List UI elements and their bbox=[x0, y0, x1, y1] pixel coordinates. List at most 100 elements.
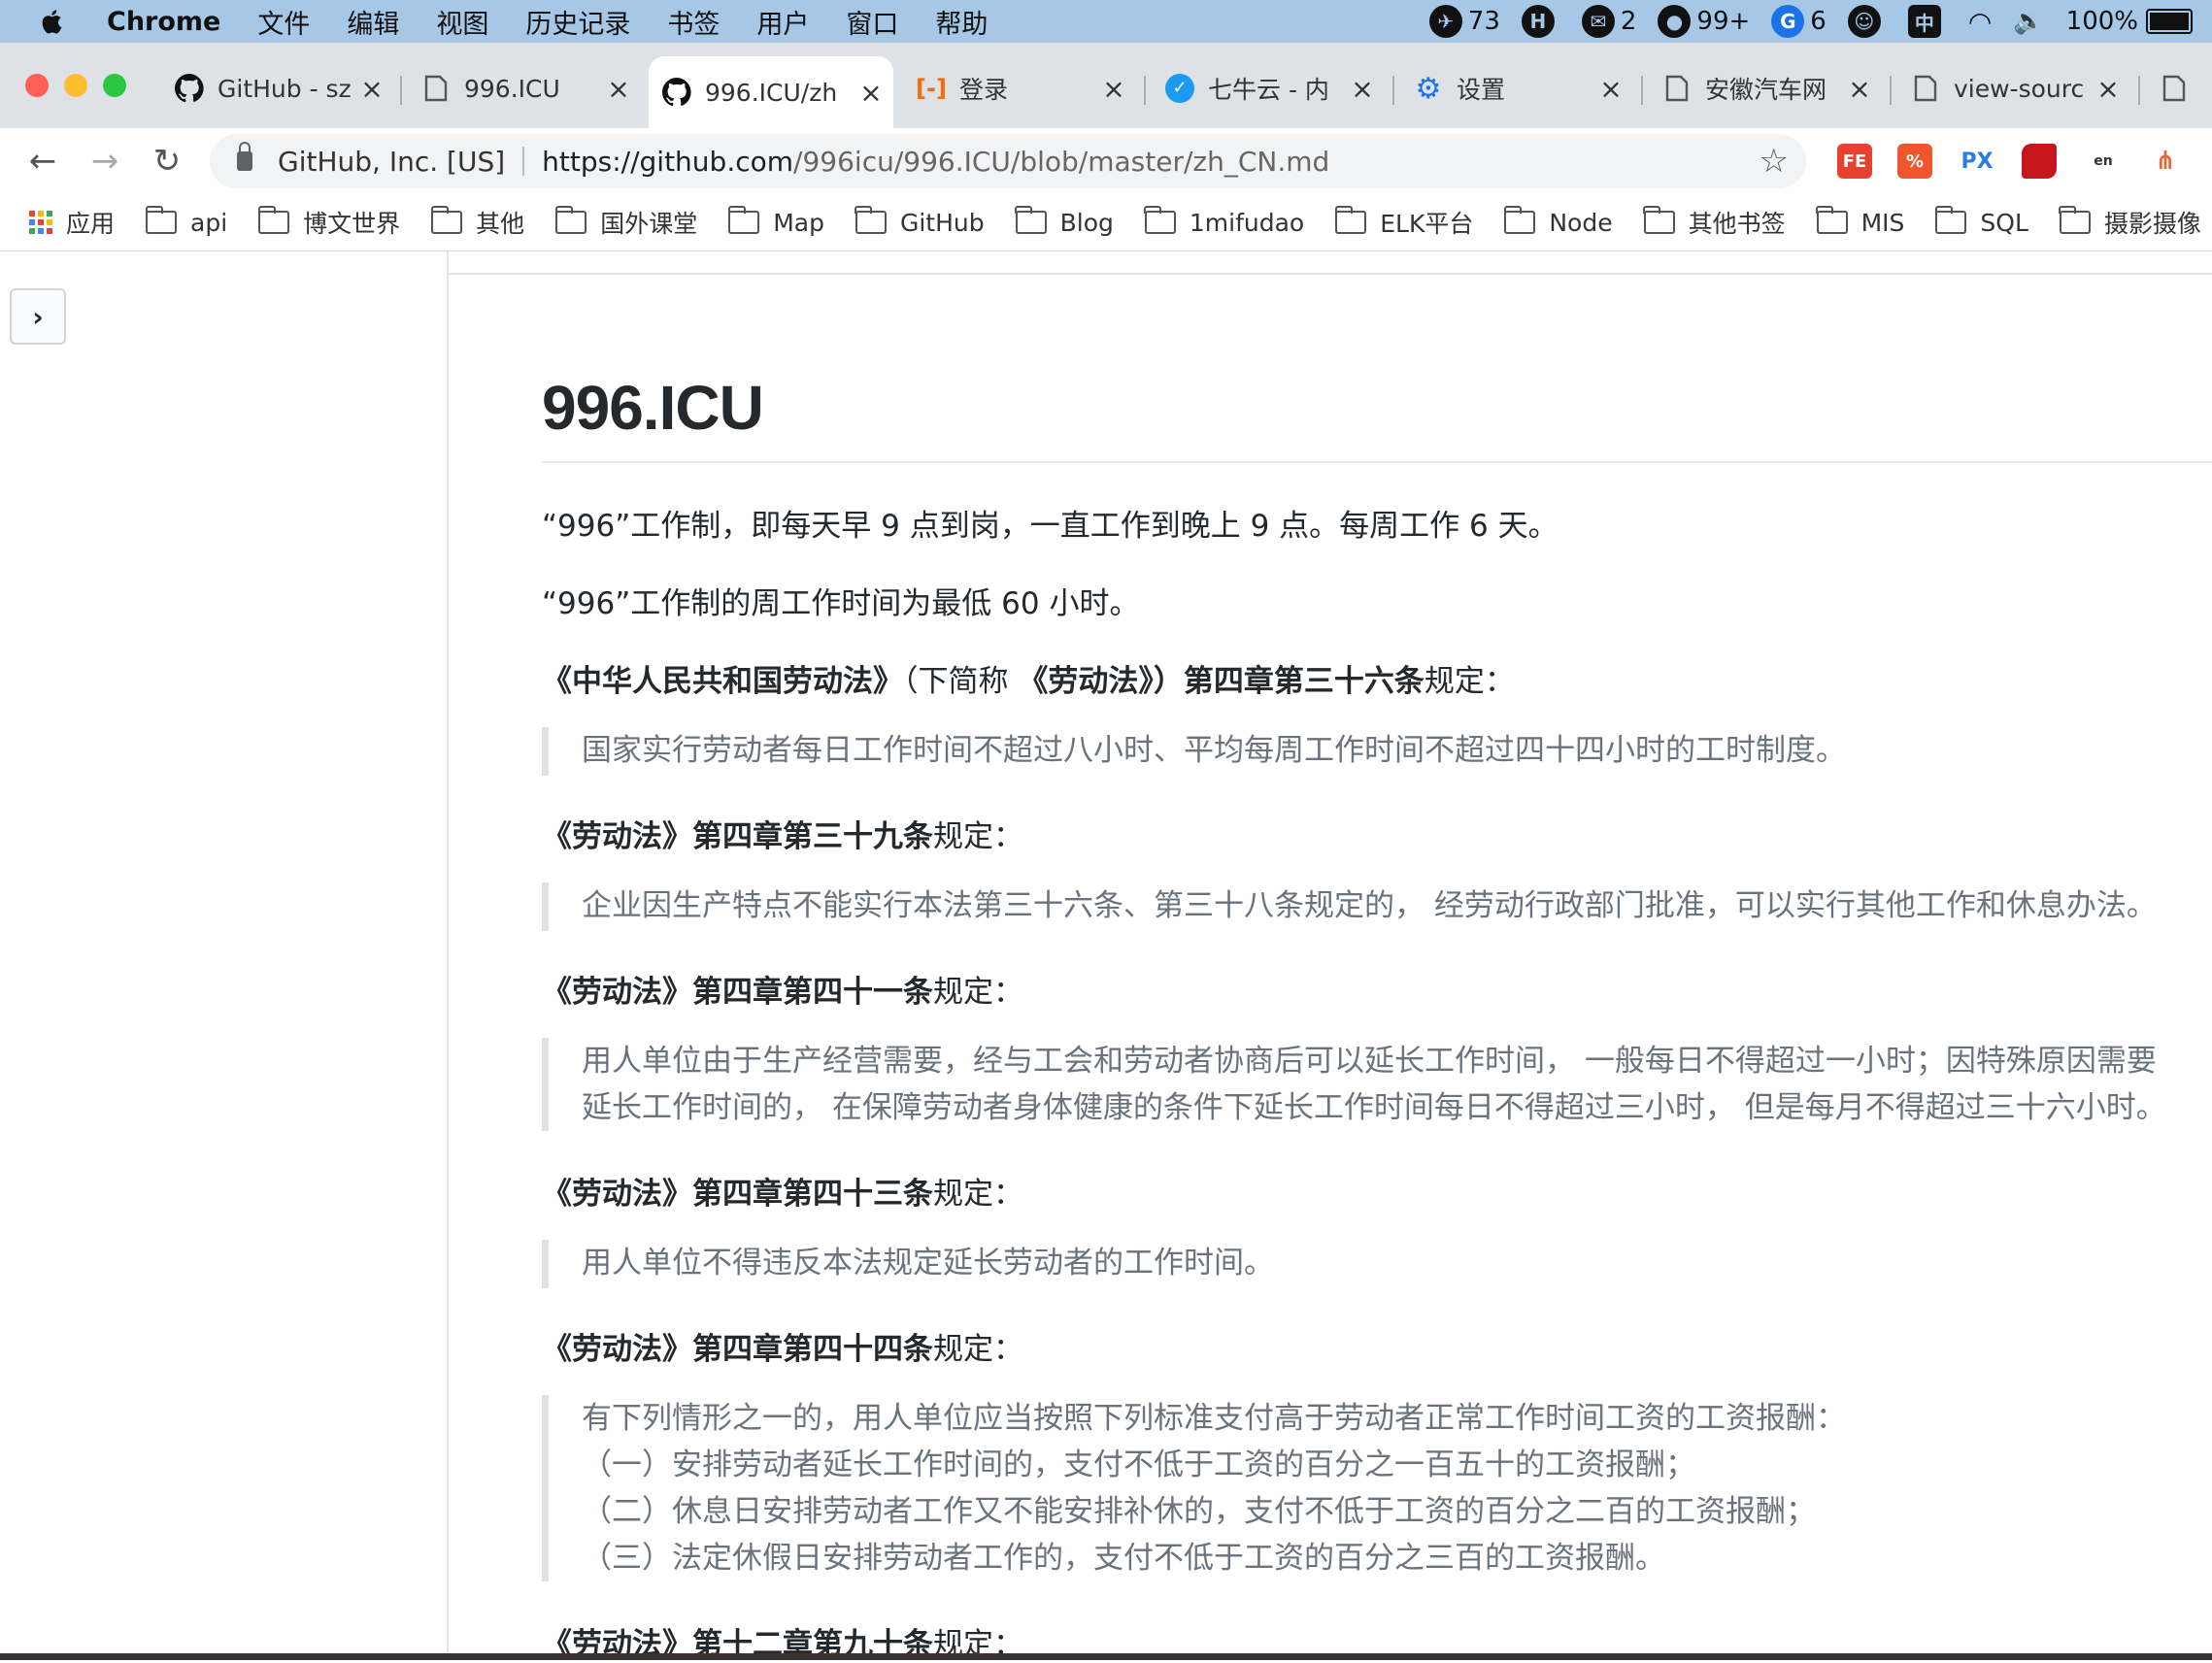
menu-file[interactable]: 文件 bbox=[257, 3, 310, 41]
bookmark-label: 摄影摄像 bbox=[2103, 210, 2201, 238]
tab-separator bbox=[1144, 76, 1146, 105]
bookmark-folder[interactable]: GitHub bbox=[855, 206, 985, 237]
menu-people[interactable]: 用户 bbox=[756, 3, 809, 41]
bookmark-folder[interactable]: MIS bbox=[1816, 206, 1904, 237]
sidebar-expand-button[interactable]: › bbox=[10, 288, 66, 345]
g-status[interactable]: G6 bbox=[1771, 5, 1827, 38]
tab-close-icon[interactable]: × bbox=[1099, 73, 1128, 105]
tab-overflow[interactable] bbox=[2146, 60, 2212, 116]
window-maximize-button[interactable] bbox=[103, 74, 126, 97]
tab-close-icon[interactable]: × bbox=[1845, 73, 1874, 105]
lock-icon[interactable] bbox=[237, 142, 252, 171]
tab-996icu[interactable]: 996.ICU × bbox=[408, 60, 641, 116]
smiley-status[interactable]: ☺ bbox=[1847, 5, 1887, 38]
h-badge-icon: H bbox=[1521, 5, 1555, 38]
window-minimize-button[interactable] bbox=[64, 74, 87, 97]
folder-icon bbox=[257, 206, 290, 234]
ruby-extension-icon[interactable] bbox=[2022, 144, 2057, 179]
tab-close-icon[interactable]: × bbox=[1596, 73, 1625, 105]
dictionary-extension-icon[interactable]: en bbox=[2086, 144, 2121, 179]
fe-helper-extension-icon[interactable]: FE bbox=[1837, 144, 1872, 179]
window-close-button[interactable] bbox=[25, 74, 49, 97]
input-method-status[interactable]: 中 bbox=[1907, 5, 1947, 38]
bookmark-folder[interactable]: api bbox=[145, 206, 227, 237]
menu-bookmarks[interactable]: 书签 bbox=[667, 3, 720, 41]
tab-anhui-auto[interactable]: 安徽汽车网 × bbox=[1649, 60, 1882, 116]
bookmark-label: 1mifudao bbox=[1189, 208, 1305, 237]
px-extension-icon[interactable]: PX bbox=[1960, 144, 1994, 179]
tab-996icu-zh-active[interactable]: 996.ICU/zh × bbox=[649, 56, 893, 128]
tab-login[interactable]: [-] 登录 × bbox=[903, 60, 1136, 116]
menu-history[interactable]: 历史记录 bbox=[525, 3, 630, 41]
bookmark-folder[interactable]: 博文世界 bbox=[257, 205, 400, 240]
folder-icon bbox=[554, 206, 587, 234]
url-path[interactable]: /996icu/996.ICU/blob/master/zh_CN.md bbox=[793, 146, 1329, 178]
blockquote-article-44: 有下列情形之一的，用人单位应当按照下列标准支付高于劳动者正常工作时间工资的工资报… bbox=[542, 1395, 1846, 1581]
tab-close-icon[interactable]: × bbox=[1348, 73, 1377, 105]
bookmark-folder[interactable]: Node bbox=[1503, 206, 1613, 237]
bookmark-folder[interactable]: SQL bbox=[1934, 206, 2028, 237]
tab-close-icon[interactable]: × bbox=[604, 73, 633, 105]
bookmark-folder[interactable]: 国外课堂 bbox=[554, 205, 697, 240]
menu-edit[interactable]: 编辑 bbox=[347, 3, 399, 41]
apple-logo-icon[interactable] bbox=[39, 6, 66, 37]
reload-icon[interactable]: ↻ bbox=[146, 140, 188, 183]
h-status[interactable]: H bbox=[1521, 5, 1560, 38]
bookmark-folder[interactable]: Map bbox=[727, 206, 824, 237]
law-heading-text: 规定： bbox=[933, 1177, 1023, 1212]
back-arrow-icon[interactable]: ← bbox=[21, 140, 64, 183]
tab-qiniu[interactable]: ✓ 七牛云 - 内 × bbox=[1152, 60, 1385, 116]
tab-title: 996.ICU bbox=[464, 74, 560, 103]
telegram-status[interactable]: ✈ 73 bbox=[1428, 5, 1500, 38]
tab-separator bbox=[2138, 76, 2140, 105]
qq-status[interactable]: ● 99+ bbox=[1658, 5, 1750, 38]
bookmark-folder[interactable]: 其他书签 bbox=[1643, 205, 1786, 240]
bookmark-label: ELK平台 bbox=[1380, 210, 1474, 238]
site-identity[interactable]: GitHub, Inc. [US] bbox=[278, 146, 505, 178]
tab-settings[interactable]: ⚙ 设置 × bbox=[1400, 60, 1633, 116]
bookmark-folder[interactable]: 其他 bbox=[430, 205, 524, 240]
qiniu-icon: ✓ bbox=[1165, 74, 1194, 103]
volume-status[interactable]: 🔉 bbox=[2013, 7, 2044, 36]
url-host[interactable]: https://github.com bbox=[542, 146, 793, 178]
folder-icon bbox=[855, 206, 887, 234]
bookmark-label: SQL bbox=[1980, 208, 2028, 237]
address-bar[interactable]: GitHub, Inc. [US] https://github.com/996… bbox=[210, 134, 1806, 188]
tab-close-icon[interactable]: × bbox=[357, 73, 386, 105]
quote-line: 用人单位不得违反本法规定延长劳动者的工作时间。 bbox=[582, 1246, 1274, 1281]
bookmark-folder[interactable]: Blog bbox=[1015, 206, 1114, 237]
menu-view[interactable]: 视图 bbox=[436, 3, 488, 41]
folder-icon bbox=[430, 206, 463, 234]
law-heading-bold: ）第四章第三十六条 bbox=[1153, 664, 1424, 699]
bookmark-folder[interactable]: 摄影摄像 bbox=[2059, 205, 2201, 240]
bookmarks-bar: 应用 api 博文世界 其他 国外课堂 Map GitHub Blog 1mif… bbox=[0, 194, 2212, 251]
quote-line: 有下列情形之一的，用人单位应当按照下列标准支付高于劳动者正常工作时间工资的工资报… bbox=[582, 1401, 1846, 1436]
translate-extension-icon[interactable]: % bbox=[1897, 144, 1932, 179]
blockquote-article-36: 国家实行劳动者每日工作时间不超过八小时、平均每周工作时间不超过四十四小时的工时制… bbox=[542, 727, 1846, 776]
github-icon bbox=[175, 74, 204, 103]
bookmark-folder[interactable]: 1mifudao bbox=[1144, 206, 1305, 237]
battery-icon bbox=[2146, 9, 2193, 34]
menu-help[interactable]: 帮助 bbox=[935, 3, 988, 41]
battery-status[interactable]: 100% bbox=[2066, 7, 2193, 36]
gear-icon: ⚙ bbox=[1415, 71, 1442, 106]
forward-arrow-icon[interactable]: → bbox=[84, 140, 126, 183]
wechat-status[interactable]: ✉ 2 bbox=[1581, 5, 1636, 38]
tab-close-icon[interactable]: × bbox=[856, 77, 886, 109]
menu-window[interactable]: 窗口 bbox=[846, 3, 898, 41]
bookmark-folder[interactable]: ELK平台 bbox=[1334, 205, 1474, 240]
page-icon bbox=[2160, 74, 2189, 103]
tab-close-icon[interactable]: × bbox=[2094, 73, 2123, 105]
bookmark-label: Map bbox=[773, 208, 824, 237]
wifi-status[interactable]: ◠ bbox=[1968, 6, 1992, 38]
menu-app-chrome[interactable]: Chrome bbox=[107, 7, 220, 37]
tab-view-source[interactable]: view-sourc × bbox=[1897, 60, 2130, 116]
tab-title: 安徽汽车网 bbox=[1705, 76, 1827, 104]
bookmark-apps[interactable]: 应用 bbox=[0, 205, 115, 240]
bookmark-star-icon[interactable]: ☆ bbox=[1760, 142, 1789, 181]
tab-github-sz[interactable]: GitHub - sz × bbox=[161, 60, 394, 116]
quote-line: 延长工作时间的， 在保障劳动者身体健康的条件下延长工作时间每日不得超过三小时， … bbox=[582, 1090, 2166, 1125]
law-heading-bold: 《劳动法》第四章第四十四条 bbox=[542, 1332, 933, 1367]
law-heading-bold: 《劳动法》第四章第三十九条 bbox=[542, 819, 933, 854]
sitemap-extension-icon[interactable]: ⋔ bbox=[2148, 144, 2183, 179]
